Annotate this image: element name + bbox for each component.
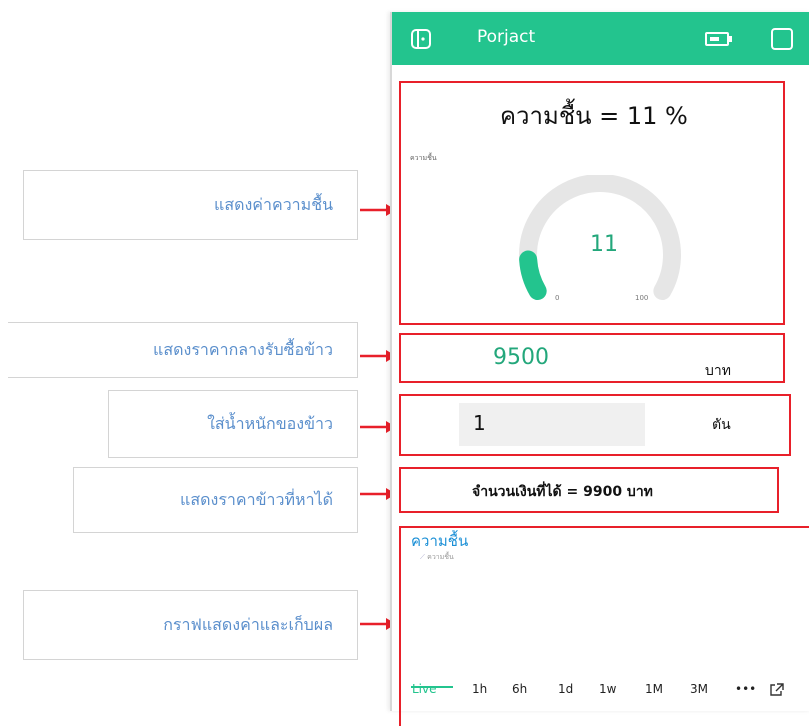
price-unit: บาท [705, 363, 731, 379]
tab-6h[interactable]: 6h [512, 682, 527, 696]
annotation-graph-label: กราฟแสดงค่าและเก็บผล [163, 614, 333, 634]
tab-1h[interactable]: 1h [472, 682, 487, 696]
device-icon[interactable] [410, 28, 432, 50]
annotation-humidity: แสดงค่าความชื้น [23, 170, 358, 240]
chart-title: ความชื้น [411, 532, 469, 550]
annotation-weight-label: ใส่น้ำหนักของข้าว [207, 413, 333, 433]
result-text: จำนวนเงินที่ได้ = 9900 บาท [472, 484, 653, 500]
tab-live[interactable]: Live [412, 682, 437, 696]
gauge-caption: ความชื้น [410, 154, 437, 162]
annotation-price: แสดงราคากลางรับซื้อข้าว [8, 322, 358, 378]
tab-3m[interactable]: 3M [690, 682, 708, 696]
square-icon[interactable] [770, 27, 794, 51]
annotation-price-label: แสดงราคากลางรับซื้อข้าว [153, 339, 333, 359]
app-title: Porjact [477, 27, 536, 47]
gauge-min: 0 [555, 294, 559, 302]
chart-legend-label: ความชื้น [427, 553, 454, 561]
price-value: 9500 [493, 345, 549, 370]
gauge-max: 100 [635, 294, 648, 302]
chart-legend-line-icon: ⟋ [420, 553, 425, 561]
weight-input-value: 1 [473, 411, 486, 435]
expand-icon[interactable] [768, 682, 786, 698]
annotation-result-label: แสดงราคาข้าวที่หาได้ [180, 489, 333, 509]
annotation-weight: ใส่น้ำหนักของข้าว [108, 390, 358, 458]
app-bar: Porjact [392, 12, 809, 65]
tab-1m[interactable]: 1M [645, 682, 663, 696]
annotation-humidity-label: แสดงค่าความชื้น [214, 194, 333, 214]
annotation-result: แสดงราคาข้าวที่หาได้ [73, 467, 358, 533]
chart-widget [399, 526, 809, 726]
gauge-fill [519, 250, 547, 300]
gauge-heading: ความชื้น = 11 % [500, 102, 688, 130]
tab-1d[interactable]: 1d [558, 682, 573, 696]
chart-legend: ⟋ ความชื้น [420, 552, 454, 563]
battery-icon[interactable] [704, 30, 734, 48]
weight-input[interactable]: 1 [459, 403, 645, 446]
annotation-graph: กราฟแสดงค่าและเก็บผล [23, 590, 358, 660]
gauge-value: 11 [590, 232, 618, 257]
tab-more[interactable]: ••• [735, 682, 756, 696]
weight-unit: ตัน [712, 417, 731, 433]
tab-1w[interactable]: 1w [599, 682, 616, 696]
